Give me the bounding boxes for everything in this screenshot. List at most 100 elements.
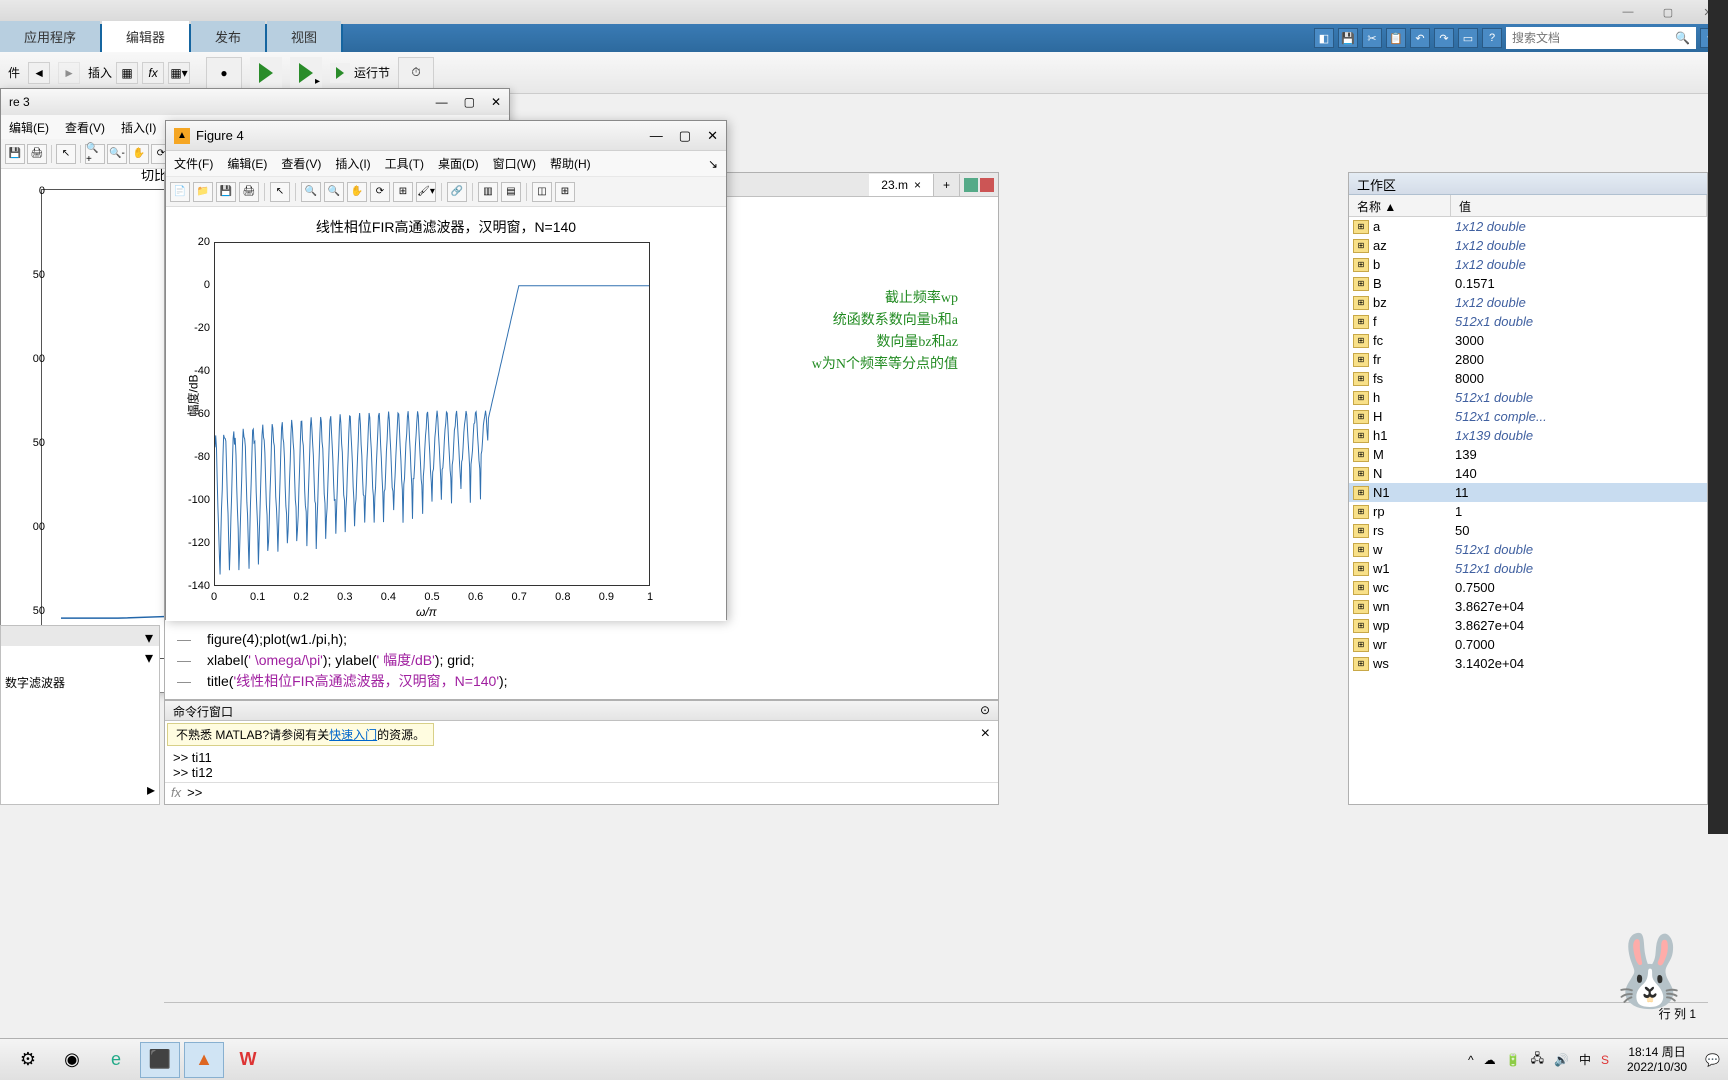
workspace-var-row[interactable]: ⊞wr0.7000 [1349,635,1707,654]
fig3-close[interactable]: ✕ [491,95,501,109]
ribbon-icon-4[interactable]: 📋 [1386,28,1406,48]
workspace-var-row[interactable]: ⊞fr2800 [1349,350,1707,369]
quick-start-link[interactable]: 快速入门 [329,728,377,742]
panel-dropdown-icon[interactable]: ▾ [145,628,153,644]
ribbon-icon-6[interactable]: ↷ [1434,28,1454,48]
cmd-opts-icon[interactable]: ⊙ [980,703,990,718]
fig3-save-icon[interactable]: 💾 [5,144,25,164]
taskbar-wps[interactable]: W [228,1042,268,1078]
ribbon-icon-3[interactable]: ✂ [1362,28,1382,48]
run-button[interactable] [250,57,282,89]
print-icon[interactable]: 🖨 [239,182,259,202]
tray-up-icon[interactable]: ^ [1468,1053,1474,1067]
insert-section-icon[interactable]: ▦ [116,62,138,84]
workspace-var-row[interactable]: ⊞fs8000 [1349,369,1707,388]
rotate-icon[interactable]: ⟳ [370,182,390,202]
fig4-menu-desktop[interactable]: 桌面(D) [438,155,479,172]
workspace-var-row[interactable]: ⊞a1x12 double [1349,217,1707,236]
colorbar-icon[interactable]: ▥ [478,182,498,202]
tab-application[interactable]: 应用程序 [0,21,100,52]
fig3-menu-edit[interactable]: 编辑(E) [9,119,49,136]
workspace-var-row[interactable]: ⊞wc0.7500 [1349,578,1707,597]
workspace-var-row[interactable]: ⊞H512x1 comple... [1349,407,1707,426]
fig4-menu-window[interactable]: 窗口(W) [493,155,536,172]
workspace-var-row[interactable]: ⊞h512x1 double [1349,388,1707,407]
tray-notifications-icon[interactable]: 💬 [1705,1053,1720,1067]
breakpoint-icon[interactable]: ● [206,57,242,89]
dock-icon[interactable] [964,178,978,192]
fig4-menu-edit[interactable]: 编辑(E) [227,155,267,172]
workspace-var-row[interactable]: ⊞w512x1 double [1349,540,1707,559]
insert-menu-icon[interactable]: ▦▾ [168,62,190,84]
tab-close-icon[interactable]: × [914,178,921,192]
fig3-menu-view[interactable]: 查看(V) [65,119,105,136]
fig3-pan-icon[interactable]: ✋ [129,144,149,164]
panel-item[interactable]: 数字滤波器 [1,666,159,699]
doc-search-box[interactable]: 🔍 [1506,27,1696,49]
fig4-menu-more[interactable]: ↘ [708,157,718,171]
pointer-icon[interactable]: ↖ [270,182,290,202]
new-icon[interactable]: 📄 [170,182,190,202]
new-tab-button[interactable]: + [934,174,960,196]
tray-battery-icon[interactable]: 🔋 [1506,1053,1521,1067]
workspace-var-row[interactable]: ⊞N111 [1349,483,1707,502]
ribbon-icon-5[interactable]: ↶ [1410,28,1430,48]
fig4-menu-tools[interactable]: 工具(T) [385,155,424,172]
taskbar-todesk[interactable]: ⬛ [140,1042,180,1078]
panel-dropdown-icon[interactable]: ▾ [145,648,153,664]
workspace-var-row[interactable]: ⊞f512x1 double [1349,312,1707,331]
datacursor-icon[interactable]: ⊞ [393,182,413,202]
tray-ime-icon[interactable]: 中 [1579,1051,1591,1068]
open-icon[interactable]: 📁 [193,182,213,202]
figure-4-titlebar[interactable]: ▲ Figure 4 — ▢ ✕ [166,121,726,151]
taskbar-clock[interactable]: 18:14 周日 2022/10/30 [1619,1045,1695,1074]
fig3-zoomout-icon[interactable]: 🔍- [107,144,127,164]
pan-icon[interactable]: ✋ [347,182,367,202]
tray-volume-icon[interactable]: 🔊 [1554,1053,1569,1067]
fwd-icon[interactable]: ► [58,62,80,84]
tray-network-icon[interactable]: 🖧 [1531,1049,1544,1070]
workspace-var-row[interactable]: ⊞h11x139 double [1349,426,1707,445]
workspace-var-row[interactable]: ⊞b1x12 double [1349,255,1707,274]
run-section-icon[interactable] [330,63,350,83]
workspace-var-row[interactable]: ⊞N140 [1349,464,1707,483]
fx-icon[interactable]: fx [142,62,164,84]
zoomin-icon[interactable]: 🔍 [301,182,321,202]
command-prompt[interactable]: fx >> [165,782,998,802]
workspace-var-row[interactable]: ⊞w1512x1 double [1349,559,1707,578]
back-icon[interactable]: ◄ [28,62,50,84]
fig4-close[interactable]: ✕ [707,128,718,144]
figure-3-titlebar[interactable]: re 3 — ▢ ✕ [1,89,509,115]
fig4-maximize[interactable]: ▢ [679,128,691,144]
fig4-minimize[interactable]: — [650,128,663,144]
fig3-minimize[interactable]: — [436,95,448,109]
zoomout-icon[interactable]: 🔍 [324,182,344,202]
save-icon[interactable]: 💾 [1338,28,1358,48]
close-pane-icon[interactable] [980,178,994,192]
workspace-var-row[interactable]: ⊞rp1 [1349,502,1707,521]
fig3-maximize[interactable]: ▢ [464,95,475,109]
tray-app-icon[interactable]: S [1601,1053,1609,1067]
workspace-var-row[interactable]: ⊞M139 [1349,445,1707,464]
fig4-menu-file[interactable]: 文件(F) [174,155,213,172]
panel-expand-icon[interactable]: ▸ [147,780,155,800]
chart-axes[interactable] [214,242,650,586]
workspace-var-row[interactable]: ⊞wn3.8627e+04 [1349,597,1707,616]
brush-icon[interactable]: 🖌▾ [416,182,436,202]
save-icon[interactable]: 💾 [216,182,236,202]
search-icon[interactable]: 🔍 [1675,31,1690,45]
taskbar-obs[interactable]: ◉ [52,1042,92,1078]
layout-icon-1[interactable]: ◫ [532,182,552,202]
legend-icon[interactable]: ▤ [501,182,521,202]
tab-view[interactable]: 视图 [267,21,341,52]
workspace-var-row[interactable]: ⊞B0.1571 [1349,274,1707,293]
run-timer-icon[interactable]: ⏱ [398,57,434,89]
workspace-body[interactable]: ⊞a1x12 double⊞az1x12 double⊞b1x12 double… [1349,217,1707,805]
workspace-var-row[interactable]: ⊞rs50 [1349,521,1707,540]
fig4-menu-view[interactable]: 查看(V) [281,155,321,172]
workspace-var-row[interactable]: ⊞wp3.8627e+04 [1349,616,1707,635]
taskbar-ie[interactable]: e [96,1042,136,1078]
ribbon-icon-7[interactable]: ▭ [1458,28,1478,48]
layout-icon-2[interactable]: ⊞ [555,182,575,202]
col-name-header[interactable]: 名称 ▲ [1349,195,1451,216]
